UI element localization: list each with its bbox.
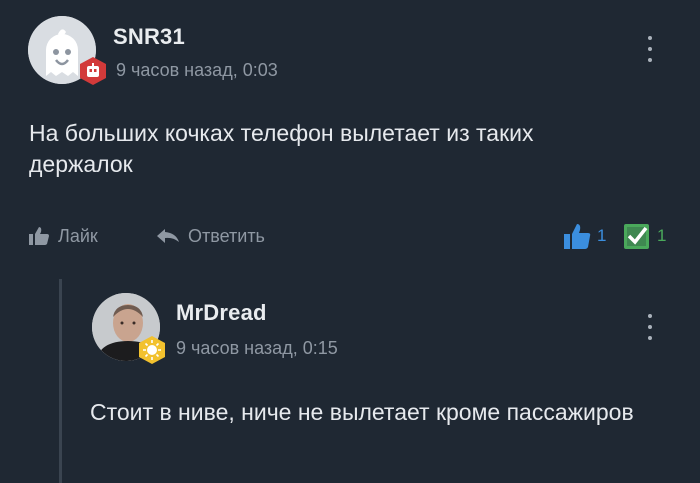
reply-label: Ответить	[188, 225, 265, 246]
timestamp: 9 часов назад, 0:03	[116, 60, 278, 80]
username[interactable]: SNR31	[113, 24, 185, 50]
like-label: Лайк	[58, 225, 98, 246]
like-button[interactable]: Лайк	[28, 223, 98, 249]
thumbs-up-icon	[29, 227, 49, 245]
comment-text: На больших кочках телефон вылетает из та…	[29, 120, 534, 177]
comment: SNR31 9 часов назад, 0:03 На больших коч…	[0, 0, 700, 260]
upvote-count: 1	[597, 226, 607, 245]
timestamp: 9 часов назад, 0:15	[176, 338, 338, 358]
reply-button[interactable]: Ответить	[156, 223, 265, 249]
upvote-button[interactable]: 1	[563, 221, 606, 251]
check-vote-button[interactable]: 1	[623, 221, 666, 251]
comment-text: Стоит в ниве, ниче не вылетает кроме пас…	[90, 399, 634, 425]
more-options-icon[interactable]	[645, 36, 655, 62]
username[interactable]: MrDread	[176, 300, 267, 326]
check-vote-count: 1	[657, 226, 667, 245]
reply-arrow-icon	[157, 229, 179, 243]
thumbs-up-vote-icon	[564, 224, 591, 249]
more-options-icon[interactable]	[645, 314, 655, 340]
check-box-icon	[624, 224, 649, 249]
